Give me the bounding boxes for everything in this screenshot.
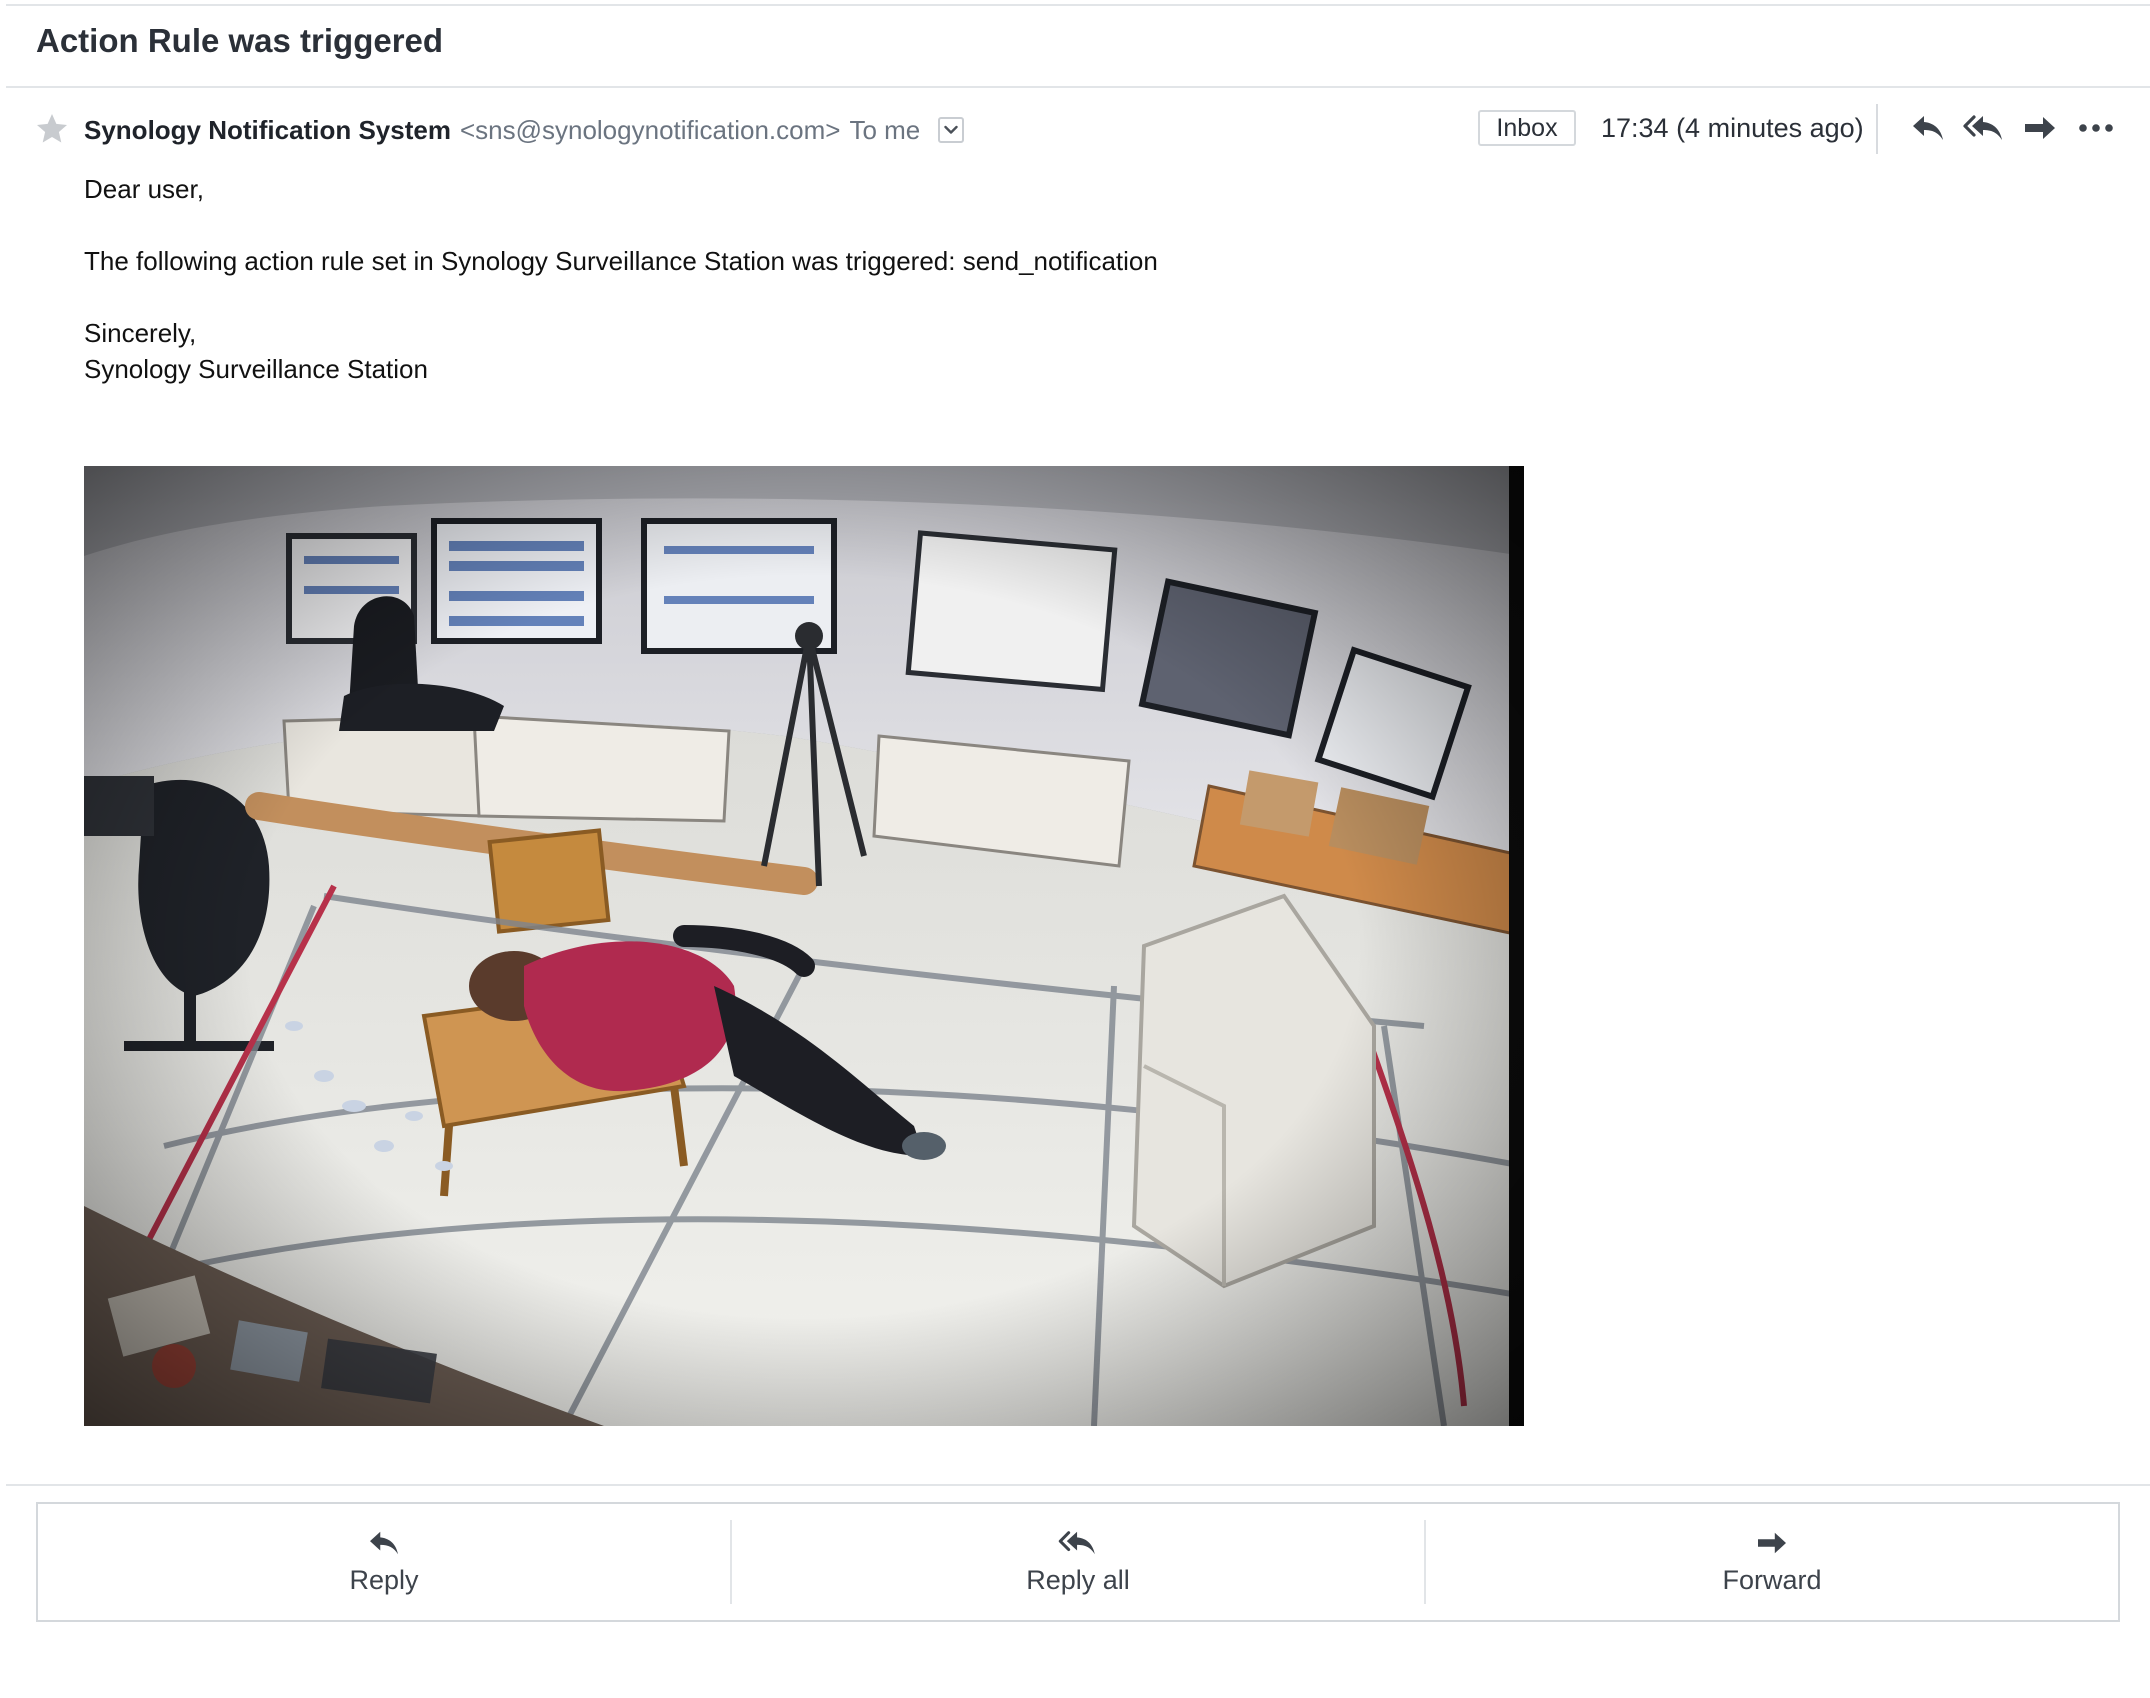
footer-forward-button[interactable]: Forward [1426,1504,2118,1620]
more-button[interactable] [2074,110,2118,146]
email-view: Action Rule was triggered Synology Notif… [0,0,2150,1698]
footer-reply-all-label: Reply all [1026,1564,1130,1595]
details-dropdown[interactable] [938,117,965,143]
sender-email: <sns@synologynotification.com> [459,114,841,145]
subject-divider [6,86,2150,88]
forward-button[interactable] [2018,110,2062,146]
recipient-label: To me [849,114,921,145]
forward-icon [1758,1532,1786,1553]
header-separator [1876,104,1878,154]
reply-all-icon [1963,115,2002,140]
snapshot-scene [84,466,1524,1426]
chevron-down-icon [944,125,958,134]
greeting-text: Dear user, [84,174,204,204]
footer-divider [6,1484,2150,1486]
more-icon [2079,124,2113,132]
reply-icon [370,1531,398,1554]
notification-text: The following action rule set in Synolog… [84,246,1158,276]
star-icon[interactable] [34,111,70,147]
email-subject: Action Rule was triggered [36,22,444,59]
reply-all-icon [1058,1530,1095,1554]
reply-action-bar: Reply Reply all Forward [36,1502,2120,1622]
closing-text: Sincerely, [84,318,197,348]
footer-reply-label: Reply [349,1564,419,1595]
sender-line: Synology Notification System <sns@synolo… [84,110,965,150]
signature-text: Synology Surveillance Station [84,354,428,384]
forward-icon [2025,117,2055,139]
top-divider [6,4,2150,6]
camera-snapshot-image[interactable] [84,466,1524,1426]
footer-reply-button[interactable]: Reply [38,1504,730,1620]
reply-icon [1913,116,1943,140]
message-time: 17:34 (4 minutes ago) [1601,112,1864,143]
reply-button[interactable] [1906,110,1950,146]
footer-forward-label: Forward [1722,1564,1822,1595]
folder-badge[interactable]: Inbox [1478,110,1576,146]
sender-name[interactable]: Synology Notification System [84,115,451,146]
footer-reply-all-button[interactable]: Reply all [732,1504,1424,1620]
reply-all-button[interactable] [1962,110,2006,146]
